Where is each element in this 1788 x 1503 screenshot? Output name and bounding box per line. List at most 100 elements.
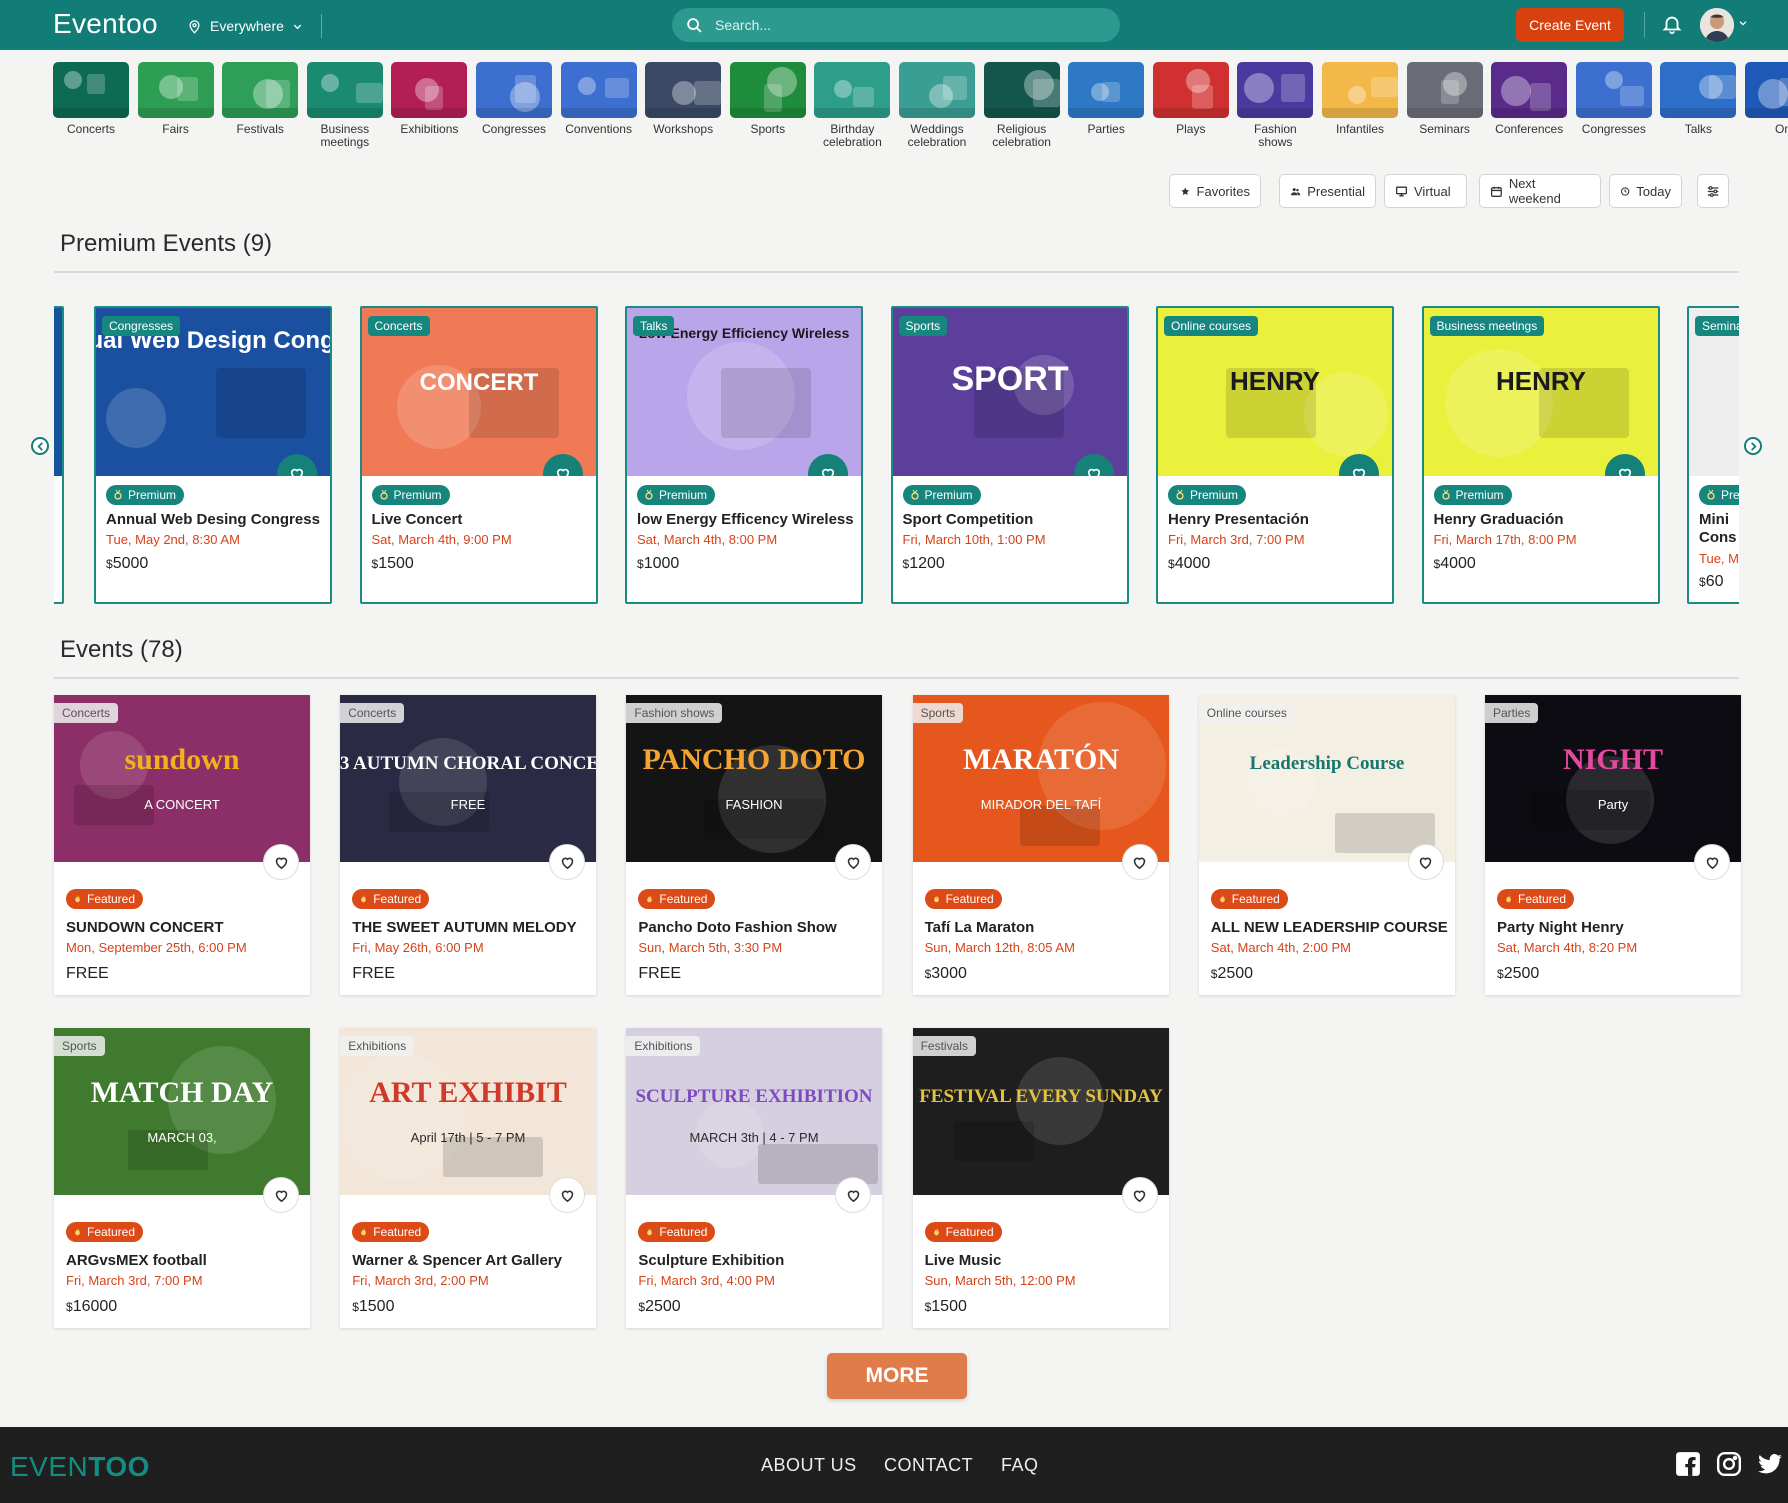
event-card[interactable]: Leadership Course Online courses Feature… <box>1198 695 1455 995</box>
premium-event-card[interactable]: SPORT Sports Premium Sport Competition F… <box>890 306 1129 604</box>
event-title[interactable]: Live Music <box>925 1252 1002 1269</box>
event-title[interactable]: ARGvsMEX football <box>66 1252 207 1269</box>
footer-link-faq[interactable]: FAQ <box>1001 1455 1039 1476</box>
category-item[interactable]: On <box>1745 62 1788 136</box>
featured-badge: Featured <box>1497 889 1575 909</box>
category-item[interactable]: Parties <box>1068 62 1145 136</box>
footer-link-contact[interactable]: CONTACT <box>884 1455 973 1476</box>
event-poster-subtitle: FASHION <box>726 797 783 812</box>
premium-event-card[interactable]: Low Energy Efficiency Wireless Talks Pre… <box>625 306 863 604</box>
filter-label: Next weekend <box>1508 176 1561 206</box>
category-item[interactable]: Infantiles <box>1322 62 1398 136</box>
event-title[interactable]: Sport Competition <box>903 511 1034 528</box>
advanced-filters-button[interactable] <box>1697 174 1729 208</box>
search-bar[interactable] <box>672 8 1120 42</box>
category-item[interactable]: Religious celebration <box>983 62 1060 149</box>
facebook-icon[interactable] <box>1675 1451 1701 1477</box>
category-item[interactable]: Conferences <box>1491 62 1568 136</box>
event-title[interactable]: Annual Web Desing Congress <box>106 511 320 528</box>
filter-chip-favorites[interactable]: Favorites <box>1169 174 1261 208</box>
event-title[interactable]: Sculpture Exhibition <box>638 1252 784 1269</box>
event-card[interactable]: MARATÓN MIRADOR DEL TAFÍ Sports Featured… <box>912 695 1169 995</box>
favorite-button[interactable] <box>263 844 299 880</box>
event-title[interactable]: Warner & Spencer Art Gallery <box>352 1252 562 1269</box>
event-image: PANCHO DOTO FASHION Fashion shows <box>626 695 883 862</box>
event-title[interactable]: ALL NEW LEADERSHIP COURSE <box>1211 919 1448 936</box>
category-tag: Congresses <box>102 316 181 336</box>
category-item[interactable]: Festivals <box>222 62 299 136</box>
event-title[interactable]: Henry Presentación <box>1168 511 1309 528</box>
app-logo[interactable]: Eventoo <box>53 8 158 40</box>
search-input[interactable] <box>715 17 1095 33</box>
create-event-button[interactable]: Create Event <box>1516 8 1624 42</box>
category-item[interactable]: Congresses <box>1575 62 1652 136</box>
event-date: Sun, March 5th, 3:30 PM <box>638 940 783 955</box>
category-label: Sports <box>750 122 786 136</box>
event-title[interactable]: Tafí La Maraton <box>925 919 1035 936</box>
event-card[interactable]: sundown A CONCERT Concerts Featured SUND… <box>54 695 310 995</box>
category-item[interactable]: Birthday celebration <box>814 62 891 149</box>
location-selector[interactable]: Everywhere <box>187 14 322 38</box>
heart-icon <box>847 857 860 869</box>
event-title[interactable]: Party Night Henry <box>1497 919 1624 936</box>
category-item[interactable]: Congresses <box>476 62 552 136</box>
event-date: Tue, May 2nd, 8:30 AM <box>106 532 240 547</box>
favorite-button[interactable] <box>549 844 586 880</box>
category-item[interactable]: Conventions <box>560 62 637 136</box>
premium-event-card[interactable]: HENRY Online courses Premium Henry Prese… <box>1156 306 1394 604</box>
premium-event-card[interactable]: Semina Premium Mini Cons Tue, M $60 <box>1687 306 1739 604</box>
twitter-icon[interactable] <box>1757 1451 1783 1477</box>
carousel-prev-button[interactable] <box>31 437 49 455</box>
event-title[interactable]: Live Concert <box>372 511 463 528</box>
event-card[interactable]: 2023 AUTUMN CHORAL CONCERT FREE Concerts… <box>340 695 597 995</box>
filter-chip-virtual[interactable]: Virtual <box>1384 174 1467 208</box>
favorite-button[interactable] <box>835 844 872 880</box>
category-item[interactable]: Seminars <box>1406 62 1483 136</box>
premium-event-card[interactable]: HENRY Business meetings Premium Henry Gr… <box>1421 306 1660 604</box>
user-avatar[interactable] <box>1700 8 1734 42</box>
more-button[interactable]: MORE <box>827 1353 967 1399</box>
premium-event-card[interactable]: CONCERT Concerts Premium Live Concert Sa… <box>359 306 598 604</box>
footer-logo[interactable]: EVENTOO <box>10 1451 150 1483</box>
event-title[interactable]: low Energy Efficency Wireless <box>637 511 854 528</box>
category-item[interactable]: Sports <box>729 62 806 136</box>
favorite-button[interactable] <box>263 1177 299 1213</box>
category-item[interactable]: Fashion shows <box>1237 62 1314 149</box>
event-card[interactable]: NIGHT Party Parties Featured Party Night… <box>1485 695 1741 995</box>
category-item[interactable]: Plays <box>1152 62 1229 136</box>
category-item[interactable]: Talks <box>1660 62 1737 136</box>
event-card[interactable]: SCULPTURE EXHIBITION MARCH 3th | 4 - 7 P… <box>626 1028 883 1328</box>
event-card[interactable]: MATCH DAY MARCH 03, Sports Featured ARGv… <box>54 1028 310 1328</box>
favorite-button[interactable] <box>1121 1177 1158 1213</box>
favorite-button[interactable] <box>1407 844 1444 880</box>
event-card[interactable]: FESTIVAL EVERY SUNDAY Festivals Featured… <box>912 1028 1169 1328</box>
category-item[interactable]: Weddings celebration <box>899 62 975 149</box>
category-item[interactable]: Exhibitions <box>391 62 468 136</box>
filter-chip-today[interactable]: Today <box>1609 174 1682 208</box>
premium-card-partial[interactable] <box>54 306 64 604</box>
favorite-button[interactable] <box>1694 844 1730 880</box>
event-title[interactable]: SUNDOWN CONCERT <box>66 919 224 936</box>
category-item[interactable]: Concerts <box>53 62 129 136</box>
category-item[interactable]: Business meetings <box>306 62 383 149</box>
carousel-next-button[interactable] <box>1744 437 1762 455</box>
favorite-button[interactable] <box>549 1177 586 1213</box>
instagram-icon[interactable] <box>1716 1451 1742 1477</box>
event-card[interactable]: ART EXHIBIT April 17th | 5 - 7 PM Exhibi… <box>340 1028 597 1328</box>
event-title[interactable]: Pancho Doto Fashion Show <box>638 919 836 936</box>
favorite-button[interactable] <box>835 1177 872 1213</box>
chevron-down-icon[interactable] <box>1738 18 1748 28</box>
bell-icon[interactable] <box>1661 13 1683 35</box>
footer-link-about[interactable]: ABOUT US <box>761 1455 857 1476</box>
event-title[interactable]: Mini Cons <box>1699 511 1739 547</box>
event-title[interactable]: Henry Graduación <box>1434 511 1564 528</box>
category-item[interactable]: Fairs <box>137 62 214 136</box>
favorite-button[interactable] <box>1121 844 1158 880</box>
filter-chip-presential[interactable]: Presential <box>1279 174 1376 208</box>
filter-chip-next-weekend[interactable]: Next weekend <box>1479 174 1601 208</box>
event-title[interactable]: THE SWEET AUTUMN MELODY <box>352 919 576 936</box>
event-card[interactable]: PANCHO DOTO FASHION Fashion shows Featur… <box>626 695 883 995</box>
premium-event-card[interactable]: Annual Web Design Congress Congresses Pr… <box>94 306 332 604</box>
category-item[interactable]: Workshops <box>645 62 722 136</box>
calendar-icon <box>1490 186 1502 197</box>
